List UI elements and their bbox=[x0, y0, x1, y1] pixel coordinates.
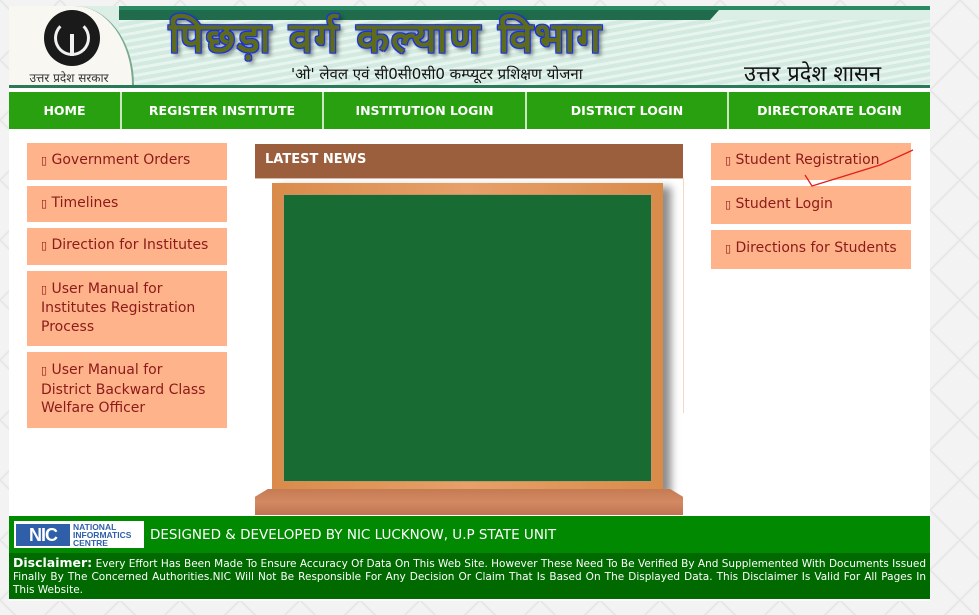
menu-label: Student Registration bbox=[735, 152, 880, 168]
news-board[interactable] bbox=[283, 194, 652, 482]
up-govt-logo[interactable]: उत्तर प्रदेश सरकार bbox=[9, 6, 134, 85]
government-title: उत्तर प्रदेश शासन bbox=[744, 62, 882, 87]
disclaimer-label: Disclaimer: bbox=[13, 555, 93, 570]
department-title: पिछड़ा वर्ग कल्याण विभाग bbox=[169, 13, 603, 62]
page: उत्तर प्रदेश सरकार पिछड़ा वर्ग कल्याण वि… bbox=[9, 6, 930, 601]
bullet-icon: ▯ bbox=[725, 197, 732, 211]
bullet-icon: ▯ bbox=[41, 282, 48, 296]
menu-timelines[interactable]: ▯ Timelines bbox=[27, 185, 227, 222]
logo-caption: उत्तर प्रदेश सरकार bbox=[29, 71, 109, 85]
menu-label: Directions for Students bbox=[735, 240, 897, 256]
bullet-icon: ▯ bbox=[41, 196, 48, 210]
nav-district-login[interactable]: DISTRICT LOGIN bbox=[527, 92, 729, 129]
menu-directions-for-students[interactable]: ▯ Directions for Students bbox=[711, 230, 911, 269]
emblem-stem bbox=[70, 34, 74, 56]
left-menu: ▯ Government Orders ▯ Timelines ▯ Direct… bbox=[27, 143, 227, 434]
bullet-icon: ▯ bbox=[41, 239, 48, 252]
news-border bbox=[683, 178, 684, 413]
menu-student-login[interactable]: ▯ Student Login bbox=[711, 185, 911, 224]
banner-divider bbox=[9, 85, 930, 88]
nav-home[interactable]: HOME bbox=[9, 92, 122, 129]
footer-disclaimer: Disclaimer: Every Effort Has Been Made T… bbox=[9, 553, 930, 599]
nic-logo[interactable]: NIC NATIONAL INFORMATICS CENTRE bbox=[14, 521, 144, 548]
news-board-frame bbox=[272, 183, 663, 492]
news-board-ledge bbox=[255, 489, 683, 515]
menu-label: Government Orders bbox=[51, 152, 191, 168]
menu-user-manual-institutes[interactable]: ▯ User Manual for Institutes Registratio… bbox=[27, 270, 227, 346]
menu-government-orders[interactable]: ▯ Government Orders bbox=[27, 143, 227, 180]
header-banner: उत्तर प्रदेश सरकार पिछड़ा वर्ग कल्याण वि… bbox=[9, 6, 930, 88]
bullet-icon: ▯ bbox=[41, 154, 48, 167]
up-emblem-icon bbox=[44, 10, 100, 66]
menu-student-registration[interactable]: ▯ Student Registration bbox=[711, 143, 911, 180]
menu-label: Direction for Institutes bbox=[51, 237, 209, 253]
nav-directorate-login[interactable]: DIRECTORATE LOGIN bbox=[729, 92, 930, 129]
menu-label: Student Login bbox=[735, 195, 833, 212]
disclaimer-text: Every Effort Has Been Made To Ensure Acc… bbox=[13, 558, 926, 596]
menu-direction-for-institutes[interactable]: ▯ Direction for Institutes bbox=[27, 228, 227, 265]
nav-register-institute[interactable]: REGISTER INSTITUTE bbox=[122, 92, 324, 129]
bullet-icon: ▯ bbox=[725, 242, 732, 255]
bullet-icon: ▯ bbox=[41, 364, 48, 377]
menu-label: User Manual for District Backward Class … bbox=[41, 362, 206, 416]
latest-news-header: LATEST NEWS bbox=[255, 144, 683, 178]
scheme-subtitle: 'ओ' लेवल एवं सी0सी0सी0 कम्प्यूटर प्रशिक्… bbox=[291, 65, 583, 83]
nic-logo-text: NATIONAL INFORMATICS CENTRE bbox=[73, 522, 131, 548]
footer-credit: DESIGNED & DEVELOPED BY NIC LUCKNOW, U.P… bbox=[150, 526, 557, 543]
menu-label: User Manual for Institutes Registration … bbox=[41, 280, 196, 335]
menu-user-manual-district-officer[interactable]: ▯ User Manual for District Backward Clas… bbox=[27, 352, 227, 428]
main-nav: HOME REGISTER INSTITUTE INSTITUTION LOGI… bbox=[9, 92, 930, 129]
bullet-icon: ▯ bbox=[725, 154, 732, 167]
nav-institution-login[interactable]: INSTITUTION LOGIN bbox=[324, 92, 527, 129]
nic-line-3: CENTRE bbox=[73, 537, 108, 548]
menu-label: Timelines bbox=[51, 194, 119, 211]
right-menu: ▯ Student Registration ▯ Student Login ▯… bbox=[711, 143, 911, 275]
nic-mark-icon: NIC bbox=[16, 523, 70, 546]
footer-credit-bar: NIC NATIONAL INFORMATICS CENTRE DESIGNED… bbox=[9, 516, 930, 553]
